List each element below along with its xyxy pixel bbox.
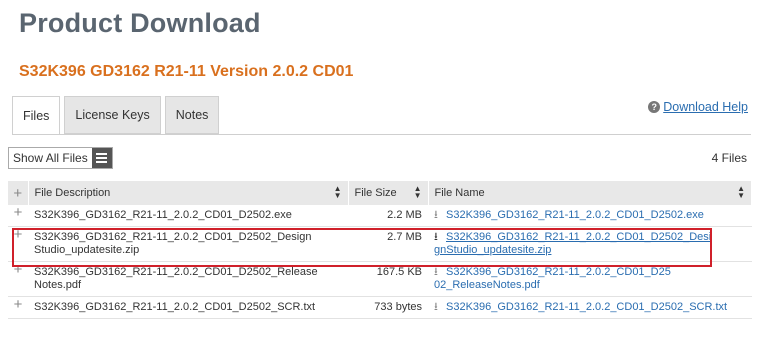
expand-row-icon[interactable]: +	[8, 296, 28, 319]
column-label-name: File Name	[434, 187, 485, 199]
file-count: 4 Files	[711, 151, 747, 165]
table-header-row: + File Description ▲ ▼ File Size ▲ ▼ File …	[8, 181, 752, 205]
tab-notes[interactable]: Notes	[164, 96, 220, 134]
download-icon[interactable]: ⭳	[434, 266, 443, 279]
page-title: Product Download	[19, 8, 261, 38]
sort-icon[interactable]: ▲ ▼	[737, 185, 745, 200]
file-name-cell: ⭳ S32K396_GD3162_R21-11_2.0.2_CD01_D2502.…	[428, 205, 752, 227]
hamburger-menu-icon[interactable]	[91, 148, 112, 168]
column-header-size[interactable]: File Size ▲ ▼	[348, 181, 429, 205]
expand-row-icon[interactable]: +	[8, 261, 28, 297]
file-download-link[interactable]: S32K396_GD3162_R21-11_2.0.2_CD01_D2502_R…	[434, 266, 671, 291]
file-description: S32K396_GD3162_R21-11_2.0.2_CD01_D2502_S…	[28, 296, 348, 319]
file-download-link[interactable]: S32K396_GD3162_R21-11_2.0.2_CD01_D2502_D…	[434, 231, 711, 256]
expand-row-icon[interactable]: +	[8, 205, 28, 227]
download-help: ? Download Help	[648, 100, 748, 114]
download-icon[interactable]: ⭳	[434, 209, 443, 222]
column-label-size: File Size	[354, 187, 397, 199]
sort-icon[interactable]: ▲ ▼	[414, 185, 422, 200]
file-name-cell: ⭳ S32K396_GD3162_R21-11_2.0.2_CD01_D2502_…	[428, 261, 752, 297]
file-size: 2.2 MB	[348, 205, 428, 227]
file-description: S32K396_GD3162_R21-11_2.0.2_CD01_D2502.e…	[28, 205, 348, 227]
file-size: 2.7 MB	[348, 226, 428, 262]
table-row: + S32K396_GD3162_R21-11_2.0.2_CD01_D2502…	[8, 296, 752, 319]
file-name-cell: ⭳ S32K396_GD3162_R21-11_2.0.2_CD01_D2502_…	[428, 296, 752, 319]
tab-divider	[12, 134, 751, 135]
show-all-files-dropdown[interactable]: Show All Files	[8, 147, 113, 169]
download-icon[interactable]: ⭳	[434, 231, 443, 244]
product-version-title: S32K396 GD3162 R21-11 Version 2.0.2 CD01	[19, 63, 354, 80]
table-row: + S32K396_GD3162_R21-11_2.0.2_CD01_D2502…	[8, 205, 752, 227]
sort-icon[interactable]: ▲ ▼	[334, 185, 342, 200]
file-size: 733 bytes	[348, 296, 428, 319]
file-download-link[interactable]: S32K396_GD3162_R21-11_2.0.2_CD01_D2502_S…	[446, 301, 727, 313]
expand-row-icon[interactable]: +	[8, 226, 28, 262]
file-name-cell: ⭳ S32K396_GD3162_R21-11_2.0.2_CD01_D2502_…	[428, 226, 752, 262]
download-icon[interactable]: ⭳	[434, 301, 443, 314]
download-help-link[interactable]: Download Help	[663, 100, 748, 114]
files-table: + File Description ▲ ▼ File Size ▲ ▼ File …	[8, 181, 752, 319]
file-size: 167.5 KB	[348, 261, 428, 297]
tab-files[interactable]: Files	[12, 96, 61, 135]
expand-all-icon[interactable]: +	[8, 181, 29, 205]
table-row: + S32K396_GD3162_R21-11_2.0.2_CD01_D2502…	[8, 226, 752, 262]
table-row: + S32K396_GD3162_R21-11_2.0.2_CD01_D2502…	[8, 261, 752, 297]
question-circle-icon: ?	[648, 101, 661, 113]
show-all-files-label: Show All Files	[13, 151, 88, 165]
column-header-name[interactable]: File Name ▲ ▼	[428, 181, 752, 205]
file-description: S32K396_GD3162_R21-11_2.0.2_CD01_D2502_R…	[28, 261, 348, 297]
file-description: S32K396_GD3162_R21-11_2.0.2_CD01_D2502_D…	[28, 226, 348, 262]
tab-license-keys[interactable]: License Keys	[64, 96, 161, 134]
column-header-description[interactable]: File Description ▲ ▼	[28, 181, 349, 205]
file-download-link[interactable]: S32K396_GD3162_R21-11_2.0.2_CD01_D2502.e…	[446, 209, 704, 221]
column-label-description: File Description	[34, 187, 111, 199]
tab-bar: Files License Keys Notes	[12, 96, 223, 135]
